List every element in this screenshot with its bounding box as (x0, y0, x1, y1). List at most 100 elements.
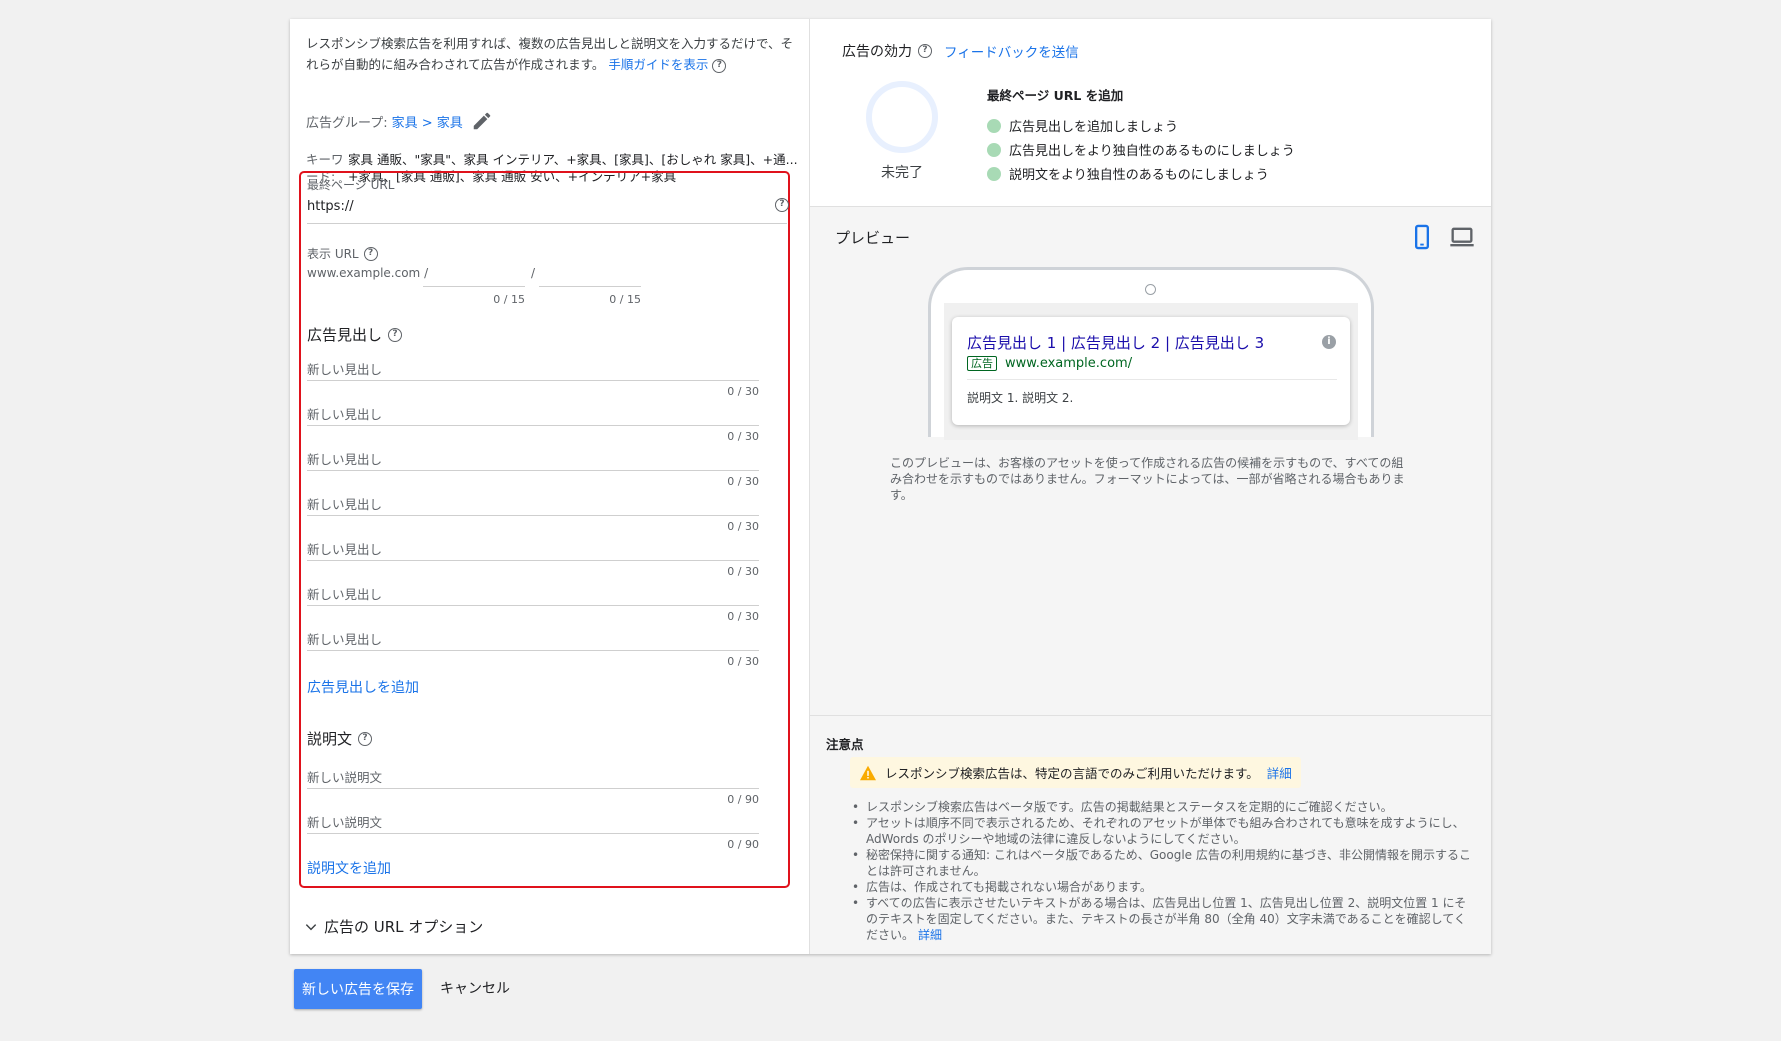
notes-item: レスポンシブ検索広告はベータ版です。広告の掲載結果とステータスを定期的にご確認く… (850, 799, 1472, 815)
chevron-down-icon (305, 923, 317, 930)
headline-counter: 0 / 30 (727, 520, 759, 533)
description-input[interactable]: 新しい説明文 (307, 812, 382, 831)
strength-tip-text: 広告見出しを追加しましょう (1009, 120, 1179, 135)
help-icon[interactable]: ? (918, 44, 932, 58)
cancel-button[interactable]: キャンセル (430, 969, 520, 1009)
headline-counter: 0 / 30 (727, 610, 759, 623)
tip-dot-icon (987, 118, 1001, 133)
headline-counter: 0 / 30 (727, 430, 759, 443)
phone-camera-icon (1145, 284, 1156, 295)
pencil-icon[interactable] (471, 110, 493, 132)
ad-group-row: 広告グループ: 家具 > 家具 (306, 110, 493, 132)
ad-group-link[interactable]: 家具 > 家具 (392, 112, 463, 131)
headline-input[interactable]: 新しい見出し (307, 629, 382, 648)
add-headline-link[interactable]: 広告見出しを追加 (307, 677, 419, 697)
guide-link[interactable]: 手順ガイドを表示 (608, 57, 708, 72)
headline-counter: 0 / 30 (727, 655, 759, 668)
ad-strength-panel: 広告の効力 ? フィードバックを送信 未完了 最終ページ URL を追加 広告見… (810, 19, 1491, 207)
display-url-label: 表示 URL ? (307, 245, 378, 262)
headline-underline (307, 380, 759, 381)
ad-strength-title: 広告の効力 ? フィードバックを送信 (842, 41, 1079, 61)
feedback-link[interactable]: フィードバックを送信 (944, 41, 1079, 61)
info-icon[interactable]: i (1322, 335, 1336, 349)
headline-input[interactable]: 新しい見出し (307, 584, 382, 603)
notes-panel: 注意点 レスポンシブ検索広告は、特定の言語でのみご利用いただけます。 詳細 レス… (810, 715, 1491, 954)
description-underline (307, 833, 759, 834)
ad-preview-headline: 広告見出し 1 | 広告見出し 2 | 広告見出し 3 (967, 334, 1265, 352)
ad-preview-card: 広告見出し 1 | 広告見出し 2 | 広告見出し 3 i 広告 www.exa… (952, 317, 1350, 425)
warning-details-link[interactable]: 詳細 (1267, 763, 1292, 782)
phone-screen: 広告見出し 1 | 広告見出し 2 | 広告見出し 3 i 広告 www.exa… (944, 303, 1358, 440)
save-ad-button[interactable]: 新しい広告を保存 (294, 969, 422, 1009)
ad-form-column: レスポンシブ検索広告を利用すれば、複数の広告見出しと説明文を入力するだけで、それ… (290, 19, 810, 954)
display-url-path1-input[interactable] (423, 286, 525, 287)
strength-tip-text: 広告見出しをより独自性のあるものにしましょう (1009, 144, 1295, 159)
language-warning: レスポンシブ検索広告は、特定の言語でのみご利用いただけます。 詳細 (850, 757, 1301, 788)
headline-input[interactable]: 新しい見出し (307, 449, 382, 468)
preview-panel: プレビュー 広告見出し 1 | 広告見出し 2 | 広告見出し 3 i 広告 w… (810, 207, 1491, 715)
description-counter: 0 / 90 (727, 838, 759, 851)
headline-underline (307, 605, 759, 606)
ad-preview-column: 広告の効力 ? フィードバックを送信 未完了 最終ページ URL を追加 広告見… (810, 19, 1491, 954)
display-url-path2-input[interactable] (539, 286, 641, 287)
highlighted-input-area: 最終ページ URL https:// ? 表示 URL ? www.exampl… (299, 171, 790, 888)
preview-title: プレビュー (835, 229, 911, 247)
phone-frame: 広告見出し 1 | 広告見出し 2 | 広告見出し 3 i 広告 www.exa… (928, 267, 1374, 440)
headline-input[interactable]: 新しい見出し (307, 359, 382, 378)
final-url-label: 最終ページ URL (307, 178, 395, 192)
strength-tip-text: 説明文をより独自性のあるものにしましょう (1009, 168, 1269, 183)
final-url-input[interactable]: https:// (307, 199, 354, 214)
help-icon[interactable]: ? (712, 58, 727, 73)
intro-text: レスポンシブ検索広告を利用すれば、複数の広告見出しと説明文を入力するだけで、それ… (306, 36, 794, 73)
ad-preview-description: 説明文 1. 説明文 2. (967, 391, 1074, 405)
headline-counter: 0 / 30 (727, 385, 759, 398)
final-url-underline (307, 223, 787, 224)
help-icon[interactable]: ? (363, 246, 378, 261)
display-url-separator: / (531, 266, 536, 280)
descriptions-title: 説明文 ? (307, 728, 373, 749)
url-options-toggle[interactable]: 広告の URL オプション (304, 916, 483, 937)
ad-preview-url: www.example.com/ (1005, 356, 1133, 371)
headline-underline (307, 470, 759, 471)
headline-underline (307, 425, 759, 426)
headline-underline (307, 515, 759, 516)
strength-tip: 説明文をより独自性のあるものにしましょう (987, 164, 1269, 183)
headline-input[interactable]: 新しい見出し (307, 539, 382, 558)
strength-heading: 最終ページ URL を追加 (987, 88, 1124, 103)
keywords-value: 家具 通販、"家具"、家具 インテリア、+家具、[家具]、[おしゃれ 家具]、+… (348, 152, 798, 167)
strength-tip: 広告見出しを追加しましょう (987, 116, 1178, 135)
ad-editor-card: レスポンシブ検索広告を利用すれば、複数の広告見出しと説明文を入力するだけで、それ… (290, 19, 1491, 954)
headline-counter: 0 / 30 (727, 565, 759, 578)
headline-input[interactable]: 新しい見出し (307, 494, 382, 513)
ad-group-label: 広告グループ: (306, 115, 388, 131)
help-icon[interactable]: ? (358, 731, 373, 746)
ad-preview-divider (967, 379, 1337, 380)
preview-note: このプレビューは、お客様のアセットを使って作成される広告の候補を示すもので、すべ… (890, 456, 1405, 502)
tip-dot-icon (987, 166, 1001, 181)
tip-dot-icon (987, 142, 1001, 157)
path1-counter: 0 / 15 (493, 293, 525, 306)
notes-details-link[interactable]: 詳細 (918, 928, 942, 942)
url-options-label: 広告の URL オプション (324, 918, 484, 936)
desktop-device-icon[interactable] (1448, 223, 1476, 251)
headlines-title: 広告見出し ? (307, 324, 403, 345)
warning-icon (860, 765, 876, 780)
path2-counter: 0 / 15 (609, 293, 641, 306)
ad-badge: 広告 (967, 356, 997, 371)
strength-status: 未完了 (881, 165, 923, 181)
notes-item: 広告は、作成されても掲載されない場合があります。 (850, 879, 1472, 895)
help-icon[interactable]: ? (775, 198, 789, 212)
strength-ring (866, 81, 938, 153)
description-underline (307, 788, 759, 789)
help-icon[interactable]: ? (388, 327, 403, 342)
ad-preview-url-row: 広告 www.example.com/ (967, 356, 1132, 371)
headline-input[interactable]: 新しい見出し (307, 404, 382, 423)
notes-list: レスポンシブ検索広告はベータ版です。広告の掲載結果とステータスを定期的にご確認く… (850, 799, 1472, 943)
display-url-base: www.example.com / (307, 266, 429, 280)
warning-text: レスポンシブ検索広告は、特定の言語でのみご利用いただけます。 (885, 766, 1259, 781)
add-description-link[interactable]: 説明文を追加 (307, 858, 391, 878)
headline-underline (307, 560, 759, 561)
mobile-device-icon[interactable] (1408, 223, 1436, 251)
description-input[interactable]: 新しい説明文 (307, 767, 382, 786)
strength-tip: 広告見出しをより独自性のあるものにしましょう (987, 140, 1295, 159)
